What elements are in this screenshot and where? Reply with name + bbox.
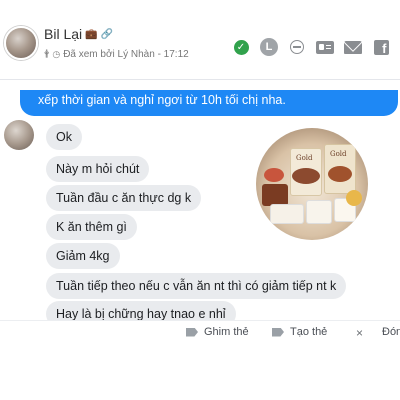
pin-card-button[interactable]: Ghim thẻ xyxy=(186,326,249,338)
tag-icon xyxy=(186,327,198,337)
briefcase-emoji-icon: 💼 xyxy=(85,28,98,40)
product-swatch xyxy=(292,168,320,184)
seen-status: 🛉 ◷ Đã xem bởi Lý Nhàn - 17:12 xyxy=(44,46,189,62)
product-package xyxy=(262,184,288,206)
create-card-label: Tạo thẻ xyxy=(290,326,328,338)
incoming-message-bubble[interactable]: Giảm 4kg xyxy=(46,243,120,269)
mail-icon[interactable] xyxy=(344,38,362,56)
product-photo[interactable]: Gold Gold xyxy=(256,128,368,240)
product-swatch xyxy=(328,166,352,182)
receive-card-button[interactable]: Đón xyxy=(382,326,400,338)
pin-card-label: Ghim thẻ xyxy=(204,326,249,338)
link-icon[interactable]: 🔗 xyxy=(101,29,113,40)
card-actions-bar: Ghim thẻ Tạo thẻ × Đón xyxy=(0,320,400,344)
product-package xyxy=(306,200,332,224)
sender-avatar[interactable] xyxy=(4,120,34,150)
label-l-icon[interactable]: L xyxy=(260,38,278,56)
tag-icon xyxy=(272,327,284,337)
clock-icon: ◷ xyxy=(52,48,61,59)
contact-name-row: Bil Lại 💼 🔗 xyxy=(44,26,113,42)
receive-card-label: Đón xyxy=(382,326,400,338)
incoming-message-bubble[interactable]: Tuần tiếp theo nếu c vẫn ăn nt thì có gi… xyxy=(46,273,347,299)
check-circle-icon[interactable]: ✓ xyxy=(232,38,250,56)
incoming-message-bubble[interactable]: K ăn thêm gì xyxy=(46,214,137,240)
product-package xyxy=(270,204,304,224)
create-card-button[interactable]: Tạo thẻ xyxy=(272,326,327,338)
contact-name[interactable]: Bil Lại xyxy=(44,26,82,42)
contact-avatar[interactable] xyxy=(4,26,38,60)
seen-text: Đã xem bởi Lý Nhàn - 17:12 xyxy=(63,48,189,60)
close-icon: × xyxy=(356,326,364,340)
incoming-message-bubble[interactable]: Ok xyxy=(46,124,82,150)
product-item xyxy=(264,168,284,182)
facebook-icon[interactable]: f xyxy=(372,38,390,56)
product-item xyxy=(346,190,362,206)
product-package-label: Gold xyxy=(296,154,313,162)
outgoing-message-bubble[interactable]: xếp thời gian và nghỉ ngơi từ 10h tối ch… xyxy=(20,90,398,116)
incoming-message-bubble[interactable]: Tuần đầu c ăn thực dg k xyxy=(46,185,202,211)
block-icon[interactable] xyxy=(288,38,306,56)
contact-card-icon[interactable] xyxy=(316,38,334,56)
header-actions: ✓ L f xyxy=(232,38,390,56)
message-thread[interactable]: xếp thời gian và nghỉ ngơi từ 10h tối ch… xyxy=(0,80,400,342)
person-icon: 🛉 xyxy=(44,48,50,58)
conversation-header: Bil Lại 💼 🔗 🛉 ◷ Đã xem bởi Lý Nhàn - 17:… xyxy=(0,0,400,80)
close-card-button[interactable]: × xyxy=(356,326,363,340)
product-package-label: Gold xyxy=(330,150,347,158)
incoming-message-bubble[interactable]: Này m hỏi chút xyxy=(46,156,150,182)
